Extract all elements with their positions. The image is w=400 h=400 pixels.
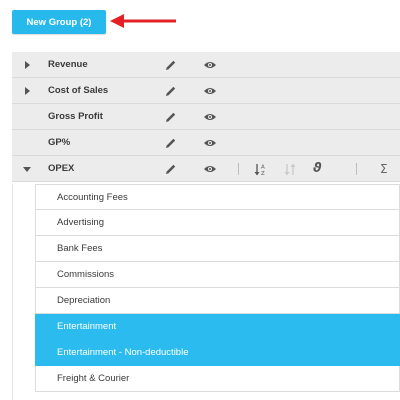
list-item-entertainment[interactable]: Entertainment — [35, 314, 400, 340]
pencil-icon[interactable] — [165, 163, 177, 175]
list-item-bank-fees[interactable]: Bank Fees — [35, 236, 400, 262]
svg-text:A: A — [261, 165, 265, 171]
group-row-gp-percent[interactable]: GP% — [12, 130, 400, 156]
toolbar-divider — [356, 163, 357, 175]
pencil-icon[interactable] — [165, 59, 177, 71]
group-label: Revenue — [48, 59, 88, 70]
group-list: Revenue Cost of Sales Gross Profit GP% O… — [12, 52, 400, 182]
group-label: Gross Profit — [48, 111, 103, 122]
opex-children-list: Accounting Fees Advertising Bank Fees Co… — [35, 184, 400, 392]
caret-right-icon[interactable] — [22, 86, 32, 96]
eye-icon[interactable] — [203, 86, 217, 96]
red-arrow-annotation-icon — [110, 14, 176, 28]
group-row-gross-profit[interactable]: Gross Profit — [12, 104, 400, 130]
group-label: Cost of Sales — [48, 85, 109, 96]
caret-right-icon[interactable] — [22, 60, 32, 70]
group-label: OPEX — [48, 163, 75, 174]
group-row-revenue[interactable]: Revenue — [12, 52, 400, 78]
list-item-freight-courier[interactable]: Freight & Courier — [35, 366, 400, 392]
list-item-depreciation[interactable]: Depreciation — [35, 288, 400, 314]
group-row-cost-of-sales[interactable]: Cost of Sales — [12, 78, 400, 104]
theta-icon[interactable]: ϑ — [313, 161, 322, 176]
eye-icon[interactable] — [203, 60, 217, 70]
list-item-commissions[interactable]: Commissions — [35, 262, 400, 288]
group-row-opex[interactable]: OPEX A Z ϑ Σ — [12, 156, 400, 182]
sigma-icon[interactable]: Σ — [380, 162, 388, 176]
svg-text:Z: Z — [261, 171, 265, 176]
group-label: GP% — [48, 137, 71, 148]
eye-icon[interactable] — [203, 138, 217, 148]
list-item-advertising[interactable]: Advertising — [35, 210, 400, 236]
sort-az-icon[interactable]: A Z — [254, 163, 268, 176]
toolbar-divider — [238, 163, 239, 175]
list-item-accounting-fees[interactable]: Accounting Fees — [35, 184, 400, 210]
tree-guide-line — [12, 184, 13, 400]
eye-icon[interactable] — [203, 164, 217, 174]
eye-icon[interactable] — [203, 112, 217, 122]
sort-za-icon[interactable] — [284, 163, 298, 176]
new-group-button[interactable]: New Group (2) — [12, 10, 106, 34]
list-item-entertainment-non-deductible[interactable]: Entertainment - Non-deductible — [35, 340, 400, 366]
pencil-icon[interactable] — [165, 137, 177, 149]
pencil-icon[interactable] — [165, 85, 177, 97]
pencil-icon[interactable] — [165, 111, 177, 123]
opex-toolbar: A Z ϑ Σ — [238, 156, 398, 182]
caret-down-icon[interactable] — [22, 164, 32, 174]
